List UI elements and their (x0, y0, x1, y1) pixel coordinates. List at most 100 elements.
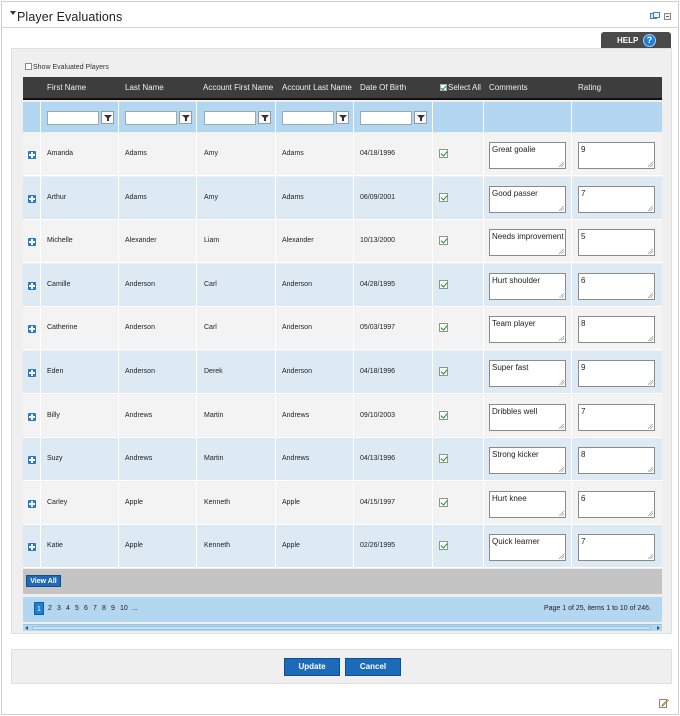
update-button[interactable]: Update (284, 658, 340, 676)
resize-grip-icon[interactable] (648, 510, 653, 516)
resize-grip-icon[interactable] (648, 554, 653, 560)
resize-grip-icon[interactable] (559, 162, 564, 167)
comment-textarea[interactable]: Super fast (489, 360, 566, 387)
show-evaluated-option[interactable]: Show Evaluated Players (25, 63, 109, 73)
resize-grip-icon[interactable] (648, 467, 653, 473)
resize-grip-icon[interactable] (559, 292, 564, 298)
row-select-checkbox[interactable] (439, 454, 448, 464)
column-header-first-name[interactable]: First Name (47, 83, 86, 92)
comment-textarea[interactable]: Strong kicker (489, 447, 566, 475)
comment-textarea[interactable]: Dribbles well (489, 403, 566, 431)
page-link[interactable]: 3 (57, 605, 61, 612)
rating-textarea[interactable]: 6 (578, 490, 655, 518)
scroll-right-icon[interactable] (655, 625, 662, 632)
scrollbar-thumb[interactable] (32, 626, 651, 630)
select-all-checkbox[interactable] (440, 84, 447, 91)
expand-row-icon[interactable] (28, 543, 36, 552)
filter-first-name-input[interactable] (47, 111, 99, 125)
expand-row-icon[interactable] (28, 325, 36, 334)
horizontal-scrollbar[interactable] (23, 624, 662, 631)
page-link[interactable]: ... (132, 605, 138, 612)
column-header-date-of-birth[interactable]: Date Of Birth (360, 83, 406, 92)
column-header-last-name[interactable]: Last Name (125, 83, 164, 92)
expand-row-icon[interactable] (28, 369, 36, 377)
page-link[interactable]: 8 (102, 605, 106, 612)
resize-grip-icon[interactable] (559, 554, 564, 560)
comment-textarea[interactable]: Quick learner (489, 534, 566, 562)
resize-grip-icon[interactable] (648, 205, 653, 211)
rating-textarea[interactable]: 7 (578, 185, 655, 213)
show-evaluated-checkbox[interactable] (25, 63, 32, 70)
resize-grip-icon[interactable] (648, 249, 653, 255)
expand-row-icon[interactable] (28, 238, 36, 247)
expand-row-icon[interactable] (28, 412, 36, 421)
resize-grip-icon[interactable] (559, 510, 564, 516)
dock-icon[interactable] (650, 12, 660, 20)
page-link[interactable]: 5 (75, 605, 79, 612)
row-select-checkbox[interactable] (439, 367, 448, 376)
resize-grip-icon[interactable] (559, 467, 564, 473)
page-link[interactable]: 2 (48, 605, 52, 612)
rating-textarea[interactable]: 8 (578, 447, 655, 475)
comment-textarea[interactable]: Great goalie (489, 142, 566, 169)
resize-grip-icon[interactable] (648, 162, 653, 167)
rating-textarea[interactable]: 5 (578, 229, 655, 257)
row-select-checkbox[interactable] (439, 236, 448, 246)
rating-textarea[interactable]: 9 (578, 142, 655, 169)
scroll-left-icon[interactable] (23, 625, 30, 632)
cancel-button[interactable]: Cancel (345, 658, 401, 676)
filter-first-name-icon[interactable] (101, 111, 114, 124)
row-select-checkbox[interactable] (439, 192, 448, 202)
filter-last-name-icon[interactable] (179, 111, 192, 124)
row-select-checkbox[interactable] (439, 410, 448, 420)
rating-textarea[interactable]: 8 (578, 316, 655, 344)
resize-grip-icon[interactable] (559, 336, 564, 342)
column-header-account-first-name[interactable]: Account First Name (203, 83, 273, 92)
comment-textarea[interactable]: Needs improvement (489, 229, 566, 257)
row-select-checkbox[interactable] (439, 541, 448, 551)
resize-grip-icon[interactable] (648, 380, 653, 385)
expand-row-icon[interactable] (28, 151, 36, 159)
view-all-button[interactable]: View All (26, 575, 61, 587)
row-select-checkbox[interactable] (439, 323, 448, 333)
rating-textarea[interactable]: 7 (578, 403, 655, 431)
page-link[interactable]: 9 (111, 605, 115, 612)
comment-textarea[interactable]: Hurt knee (489, 490, 566, 518)
resize-grip-icon[interactable] (559, 423, 564, 429)
select-all-header[interactable]: Select All (440, 83, 481, 92)
page-link[interactable]: 7 (93, 605, 97, 612)
resize-grip-icon[interactable] (559, 249, 564, 255)
resize-grip-icon[interactable] (648, 336, 653, 342)
filter-last-name-input[interactable] (125, 111, 177, 125)
expand-row-icon[interactable] (28, 194, 36, 203)
comment-textarea[interactable]: Hurt shoulder (489, 272, 566, 300)
minimize-icon[interactable] (664, 13, 671, 20)
filter-date-of-birth-input[interactable] (360, 111, 412, 125)
edit-icon[interactable] (659, 698, 669, 708)
filter-account-first-name-icon[interactable] (258, 111, 271, 124)
row-select-checkbox[interactable] (439, 279, 448, 289)
rating-textarea[interactable]: 7 (578, 534, 655, 562)
page-current[interactable]: 1 (34, 602, 44, 615)
rating-textarea[interactable]: 6 (578, 272, 655, 300)
expand-row-icon[interactable] (28, 281, 36, 290)
resize-grip-icon[interactable] (648, 292, 653, 298)
column-header-account-last-name[interactable]: Account Last Name (282, 83, 352, 92)
collapse-caret-icon[interactable] (10, 11, 16, 15)
page-link[interactable]: 10 (120, 605, 128, 612)
rating-textarea[interactable]: 9 (578, 360, 655, 387)
page-link[interactable]: 6 (84, 605, 88, 612)
resize-grip-icon[interactable] (648, 423, 653, 429)
filter-account-first-name-input[interactable] (204, 111, 256, 125)
help-button[interactable]: HELP ? (601, 32, 671, 49)
filter-date-of-birth-icon[interactable] (414, 111, 427, 124)
filter-account-last-name-icon[interactable] (336, 111, 349, 124)
filter-account-last-name-input[interactable] (282, 111, 334, 125)
row-select-checkbox[interactable] (439, 497, 448, 507)
page-link[interactable]: 4 (66, 605, 70, 612)
resize-grip-icon[interactable] (559, 205, 564, 211)
expand-row-icon[interactable] (28, 456, 36, 465)
comment-textarea[interactable]: Good passer (489, 185, 566, 213)
comment-textarea[interactable]: Team player (489, 316, 566, 344)
expand-row-icon[interactable] (28, 499, 36, 508)
